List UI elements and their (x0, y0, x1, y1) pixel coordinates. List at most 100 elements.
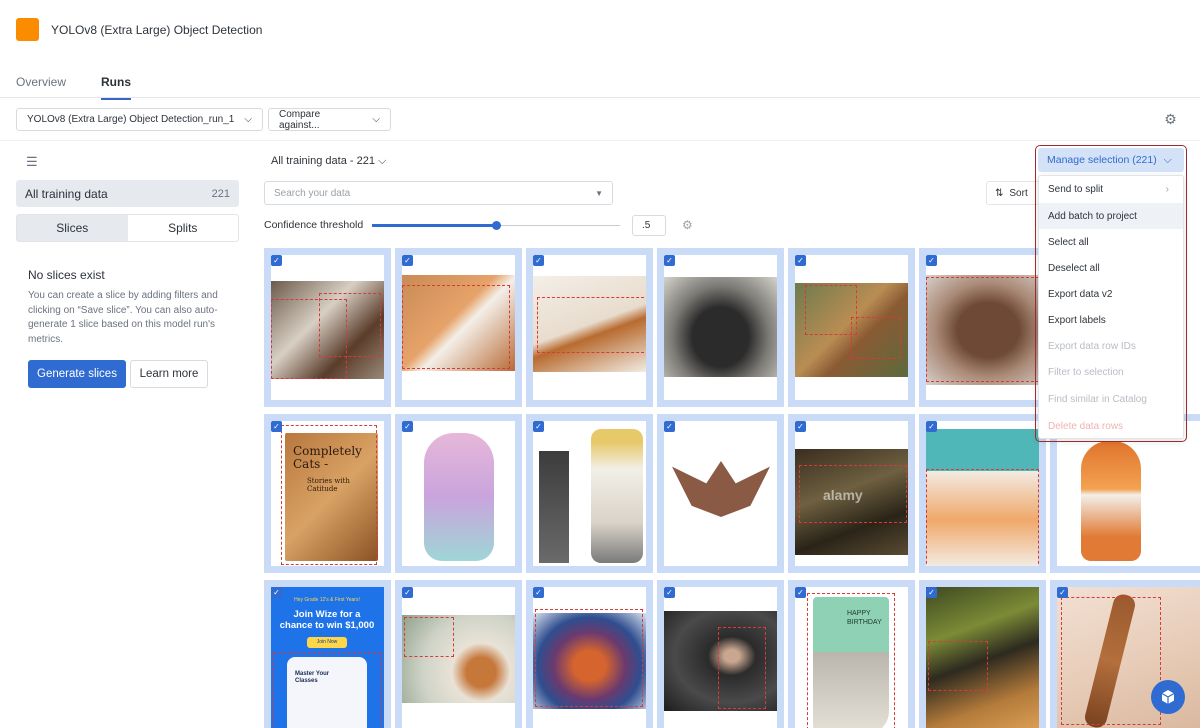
tab-overview[interactable]: Overview (16, 75, 66, 98)
chevron-down-icon: ⌵ (244, 114, 252, 125)
data-row-tile[interactable]: ✓ (526, 248, 653, 407)
thumbnail-image (539, 451, 569, 563)
bounding-box (926, 469, 1039, 566)
checkbox[interactable]: ✓ (1057, 587, 1068, 598)
collapse-sidebar-icon[interactable]: ☰ (26, 154, 38, 170)
data-row-tile[interactable]: ✓ (395, 248, 522, 407)
tab-slices[interactable]: Slices (17, 215, 128, 241)
data-row-tile[interactable]: ✓ (526, 580, 653, 728)
bounding-box (928, 641, 988, 691)
sidebar-item-label: All training data (25, 186, 108, 201)
checkbox[interactable]: ✓ (533, 421, 544, 432)
checkbox[interactable]: ✓ (926, 421, 937, 432)
manage-selection-button[interactable]: Manage selection (221) ⌵ (1038, 148, 1184, 172)
search-input[interactable]: Search your data ▼ (264, 181, 613, 205)
thumbnail-frame (402, 587, 515, 728)
bounding-box (535, 609, 643, 707)
checkbox[interactable]: ✓ (795, 421, 806, 432)
generate-slices-button[interactable]: Generate slices (28, 360, 126, 388)
data-scope-dropdown[interactable]: All training data - 221 ⌵ (271, 155, 386, 168)
learn-more-button[interactable]: Learn more (130, 360, 208, 388)
ad-headline: Join Wize for a chance to win $1,000 (279, 609, 375, 631)
checkbox[interactable]: ✓ (402, 587, 413, 598)
data-row-tile[interactable]: ✓ (264, 248, 391, 407)
bounding-box (805, 285, 857, 335)
thumbnail-frame (926, 587, 1039, 728)
data-row-tile[interactable]: ✓ (788, 248, 915, 407)
checkbox[interactable]: ✓ (533, 255, 544, 266)
help-button[interactable] (1151, 680, 1185, 714)
data-row-tile[interactable]: ✓ (919, 580, 1046, 728)
checkbox[interactable]: ✓ (795, 255, 806, 266)
menu-item-export-labels[interactable]: Export labels (1039, 307, 1183, 333)
checkbox[interactable]: ✓ (533, 587, 544, 598)
bounding-box (807, 593, 895, 728)
bounding-box (537, 297, 646, 353)
thumbnail-image (1081, 441, 1141, 561)
chevron-right-icon: › (1165, 183, 1169, 195)
checkbox[interactable]: ✓ (926, 587, 937, 598)
data-row-tile[interactable]: ✓ (657, 580, 784, 728)
checkbox[interactable]: ✓ (664, 587, 675, 598)
confidence-slider-thumb[interactable] (491, 221, 501, 230)
menu-item-add-batch[interactable]: Add batch to project (1039, 203, 1183, 229)
sidebar-item-all-training-data[interactable]: All training data 221 (16, 180, 239, 207)
data-row-tile[interactable]: ✓ (395, 580, 522, 728)
checkbox[interactable]: ✓ (664, 421, 675, 432)
data-row-tile[interactable]: HAPPY BIRTHDAY ✓ (788, 580, 915, 728)
menu-item-delete-data-rows[interactable]: Delete data rows (1039, 413, 1183, 439)
checkbox[interactable]: ✓ (402, 421, 413, 432)
data-row-tile[interactable]: Hey Grade 12's & First Years! Join Wize … (264, 580, 391, 728)
run-select[interactable]: YOLOv8 (Extra Large) Object Detection_ru… (16, 108, 263, 131)
bounding-box (319, 293, 381, 357)
cube-icon (1161, 690, 1175, 704)
sort-label: Sort (1009, 187, 1028, 199)
checkbox[interactable]: ✓ (402, 255, 413, 266)
ad-top-text: Hey Grade 12's & First Years! (294, 597, 360, 603)
data-row-tile[interactable]: ✓ (526, 414, 653, 573)
slices-splits-toggle: Slices Splits (16, 214, 239, 242)
tab-splits[interactable]: Splits (128, 215, 239, 241)
confidence-input[interactable]: .5 (632, 215, 666, 236)
thumbnail-frame (402, 421, 515, 566)
gear-icon[interactable]: ⚙ (682, 218, 693, 232)
bounding-box (851, 317, 901, 359)
data-row-tile[interactable]: Completely Cats - Stories with Catitude … (264, 414, 391, 573)
thumbnail-frame (664, 255, 777, 400)
bounding-box (404, 617, 454, 657)
thumbnail-frame (533, 421, 646, 566)
sort-button[interactable]: ⇅ Sort (986, 181, 1046, 205)
data-row-tile[interactable]: ✓ (657, 248, 784, 407)
data-row-tile[interactable]: ✓ (919, 414, 1046, 573)
thumbnail-image (664, 277, 777, 377)
checkbox[interactable]: ✓ (271, 421, 282, 432)
data-row-tile[interactable]: ✓ (395, 414, 522, 573)
compare-select[interactable]: Compare against... ⌵ (268, 108, 391, 131)
menu-item-deselect-all[interactable]: Deselect all (1039, 255, 1183, 281)
checkbox[interactable]: ✓ (271, 255, 282, 266)
bounding-box (718, 627, 766, 709)
thumbnail-frame (926, 255, 1039, 400)
menu-item-export-data-v2[interactable]: Export data v2 (1039, 281, 1183, 307)
thumbnail-frame: Completely Cats - Stories with Catitude (271, 421, 384, 566)
menu-item-send-to-split[interactable]: Send to split › (1039, 176, 1183, 202)
menu-item-filter-to-selection[interactable]: Filter to selection (1039, 359, 1183, 385)
data-row-tile[interactable]: ✓ (919, 248, 1046, 407)
checkbox[interactable]: ✓ (664, 255, 675, 266)
thumbnail-frame (795, 255, 908, 400)
data-row-tile[interactable]: alamy ✓ (788, 414, 915, 573)
checkbox[interactable]: ✓ (926, 255, 937, 266)
data-row-tile[interactable]: ✓ (657, 414, 784, 573)
bounding-box (281, 425, 377, 565)
thumbnail-frame (533, 587, 646, 728)
toolbar-divider (0, 140, 1200, 141)
empty-state-description: You can create a slice by adding filters… (28, 290, 218, 345)
menu-item-find-similar[interactable]: Find similar in Catalog (1039, 386, 1183, 412)
menu-item-export-data-row-ids[interactable]: Export data row IDs (1039, 333, 1183, 359)
checkbox[interactable]: ✓ (271, 587, 282, 598)
thumbnail-image (424, 433, 494, 561)
gear-icon[interactable]: ⚙ (1163, 112, 1178, 127)
menu-item-select-all[interactable]: Select all (1039, 229, 1183, 255)
checkbox[interactable]: ✓ (795, 587, 806, 598)
chevron-down-icon: ⌵ (372, 114, 380, 125)
